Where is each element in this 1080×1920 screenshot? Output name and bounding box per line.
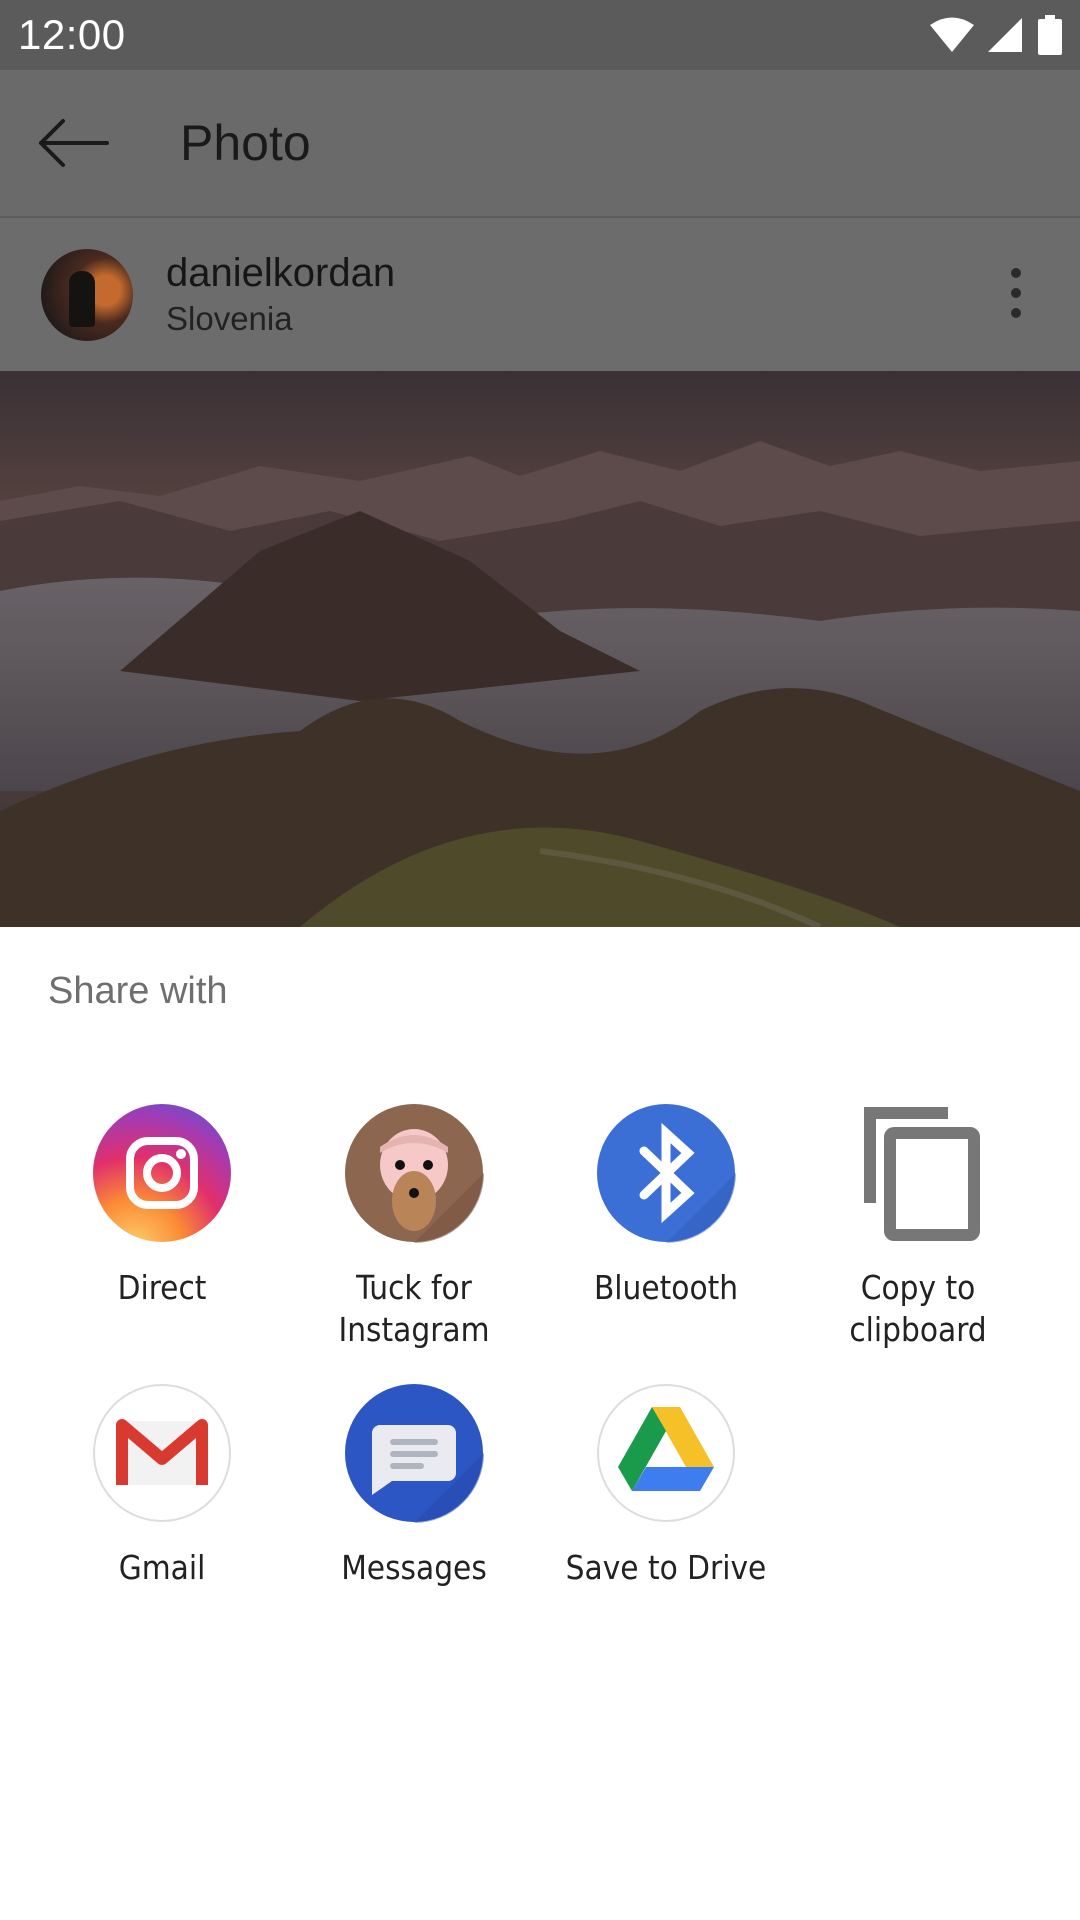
share-target-bluetooth[interactable]: Bluetooth: [540, 1103, 792, 1309]
share-target-label: Gmail: [118, 1548, 206, 1587]
share-target-label: Messages: [341, 1548, 487, 1587]
location[interactable]: Slovenia: [166, 300, 395, 338]
app-bar: Photo: [0, 70, 1080, 218]
instagram-icon: [92, 1103, 232, 1243]
share-sheet: Share with Direct Tuck for Instagram Blu…: [0, 927, 1080, 1920]
share-target-copy[interactable]: Copy to clipboard: [792, 1103, 1044, 1351]
status-time: 12:00: [18, 11, 126, 58]
screen: 12:00 Photo danielkordan Slovenia Share …: [0, 0, 1080, 1920]
tuck-icon: [344, 1103, 484, 1243]
post-header: danielkordan Slovenia: [0, 218, 1080, 371]
battery-icon: [1038, 15, 1062, 55]
share-target-drive[interactable]: Save to Drive: [540, 1383, 792, 1589]
more-options-button[interactable]: [1008, 268, 1024, 318]
share-target-label: Bluetooth: [593, 1268, 739, 1307]
avatar[interactable]: [41, 248, 133, 341]
arrow-back-icon: [38, 119, 109, 167]
more-vert-dot: [1011, 308, 1021, 318]
page-title: Photo: [180, 115, 311, 171]
status-icons: [930, 15, 1062, 55]
cell-signal-icon: [988, 18, 1022, 52]
landscape-image: [0, 371, 1080, 927]
post-meta: danielkordan Slovenia: [166, 251, 395, 338]
back-button[interactable]: [0, 69, 145, 217]
copy-icon: [848, 1103, 988, 1243]
status-bar: 12:00: [0, 0, 1080, 70]
more-vert-dot: [1011, 288, 1021, 298]
gmail-icon: [92, 1383, 232, 1523]
drive-icon: [596, 1383, 736, 1523]
share-sheet-title: Share with: [48, 970, 228, 1012]
wifi-icon: [930, 17, 974, 52]
share-target-tuck[interactable]: Tuck for Instagram: [288, 1103, 540, 1351]
bluetooth-icon: [596, 1103, 736, 1243]
username[interactable]: danielkordan: [166, 251, 395, 296]
post-photo[interactable]: [0, 371, 1080, 927]
share-target-direct[interactable]: Direct: [36, 1103, 288, 1309]
share-target-label: Tuck for Instagram: [338, 1268, 490, 1349]
share-target-label: Copy to clipboard: [849, 1268, 987, 1349]
share-target-label: Save to Drive: [565, 1548, 767, 1587]
share-target-label: Direct: [117, 1268, 207, 1307]
share-target-messages[interactable]: Messages: [288, 1383, 540, 1589]
messages-icon: [344, 1383, 484, 1523]
more-vert-icon: [1011, 268, 1021, 278]
share-target-gmail[interactable]: Gmail: [36, 1383, 288, 1589]
